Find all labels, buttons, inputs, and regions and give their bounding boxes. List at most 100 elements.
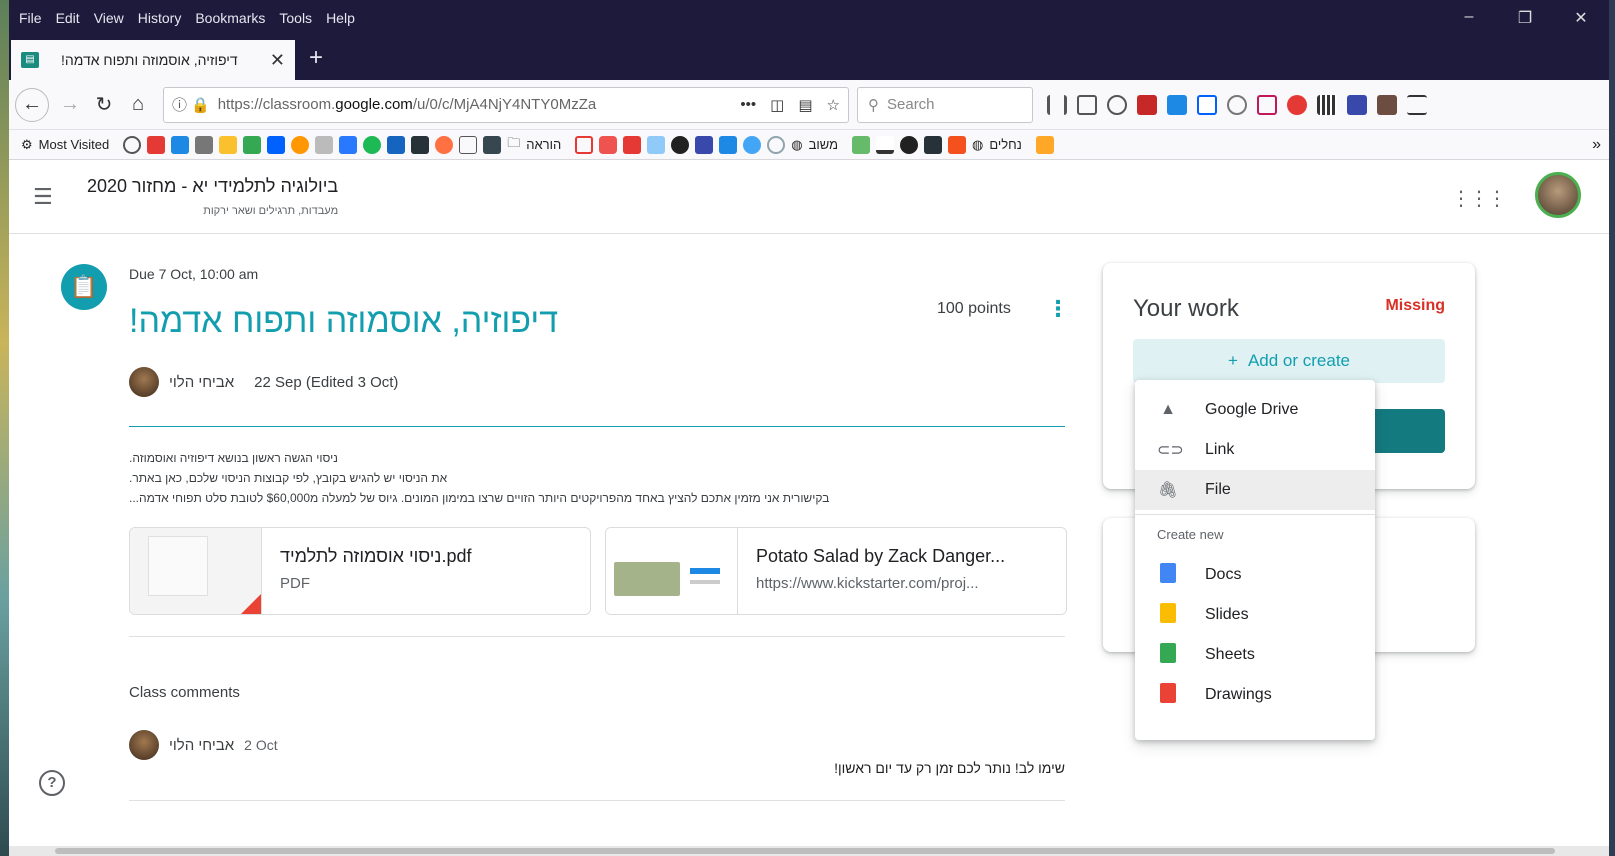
bookmark-rss-icon[interactable] [1035, 135, 1054, 154]
extension-gray-icon[interactable] [1227, 94, 1247, 115]
extension-pocket-icon[interactable] [1257, 94, 1277, 115]
home-button[interactable]: ⌂ [121, 88, 155, 122]
menu-item-docs[interactable]: Docs [1135, 555, 1375, 595]
sidebar-icon[interactable] [1077, 94, 1097, 115]
bookmark-settings-icon[interactable] [767, 135, 786, 154]
menu-item-slides[interactable]: Slides [1135, 595, 1375, 635]
bookmark-chart-icon[interactable] [411, 135, 430, 154]
extension-folder-icon[interactable] [1377, 94, 1397, 115]
bookmark-keep-icon[interactable] [219, 135, 238, 154]
bookmark-circle-blue-icon[interactable] [743, 135, 762, 154]
mark-as-done-button[interactable] [1363, 409, 1445, 453]
menu-edit[interactable]: Edit [56, 10, 80, 26]
library-icon[interactable] [1047, 94, 1067, 115]
horizontal-scrollbar[interactable] [9, 846, 1609, 856]
bookmark-grid-icon[interactable] [575, 135, 594, 154]
bookmark-spotify-icon[interactable] [363, 135, 382, 154]
menu-file[interactable]: File [19, 10, 42, 26]
back-button[interactable]: ← [15, 87, 49, 122]
create-new-header: Create new [1157, 527, 1224, 542]
menu-item-drawings[interactable]: Drawings [1135, 675, 1375, 715]
bookmark-star-icon[interactable]: ☆ [827, 96, 840, 114]
bookmark-youtube-icon[interactable] [147, 135, 166, 154]
bookmark-black-circle-icon[interactable] [900, 135, 919, 154]
bookmark-table-icon[interactable] [695, 135, 714, 154]
bookmark-link-icon[interactable] [315, 135, 334, 154]
extension-dropbox-icon[interactable] [1197, 94, 1217, 115]
help-icon[interactable]: ? [39, 770, 65, 796]
bookmark-folder-feedback[interactable]: משוב [809, 137, 838, 152]
bookmark-globe-icon[interactable] [123, 135, 142, 154]
info-icon[interactable]: ⓘ [172, 94, 187, 115]
comment-date: 2 Oct [244, 737, 278, 753]
bookmark-green-icon[interactable] [852, 135, 871, 154]
account-avatar[interactable] [1535, 172, 1581, 218]
qr-code-icon[interactable] [1317, 94, 1337, 115]
menu-item-file[interactable]: 🖇 File [1135, 470, 1375, 510]
bookmark-folder-teaching[interactable]: הוראה [526, 137, 561, 152]
more-options-icon[interactable]: ⋮ [1047, 296, 1069, 322]
adblock-icon[interactable] [1287, 94, 1307, 115]
bookmark-orange-circle-icon[interactable] [435, 135, 454, 154]
restore-button[interactable]: ❐ [1497, 8, 1553, 28]
tab-close-icon[interactable]: ✕ [270, 50, 285, 71]
bookmark-apple-icon[interactable] [671, 135, 690, 154]
main-menu-icon[interactable]: ☰ [33, 184, 81, 210]
commenter-avatar [129, 730, 159, 760]
pocket-icon[interactable]: ◫ [770, 96, 784, 114]
bookmark-most-visited[interactable]: Most Visited [39, 137, 110, 152]
menu-view[interactable]: View [94, 10, 124, 26]
bookmark-orange-icon[interactable] [291, 135, 310, 154]
menu-item-sheets[interactable]: Sheets [1135, 635, 1375, 675]
url-text[interactable]: https://classroom.google.com/u/0/c/MjA4N… [218, 96, 741, 113]
bookmark-dropbox-icon[interactable] [267, 135, 286, 154]
bookmark-card-icon[interactable] [647, 135, 666, 154]
bookmark-meet-icon[interactable] [339, 135, 358, 154]
reader-view-icon[interactable]: ▤ [798, 96, 812, 114]
extension-red-icon[interactable] [1137, 94, 1157, 115]
reload-button[interactable]: ↻ [87, 88, 121, 122]
menu-item-google-drive[interactable]: ▲ Google Drive [1135, 390, 1375, 430]
menu-tools[interactable]: Tools [279, 10, 312, 26]
url-bar[interactable]: ⓘ 🔒 https://classroom.google.com/u/0/c/M… [163, 86, 849, 123]
forward-button[interactable]: → [53, 88, 87, 122]
new-tab-button[interactable]: + [309, 44, 323, 72]
menu-item-link[interactable]: ⊂⊃ Link [1135, 430, 1375, 470]
bookmarks-overflow-icon[interactable]: » [1592, 136, 1601, 154]
search-bar[interactable]: ⚲ Search [857, 86, 1033, 123]
bookmark-dark-icon[interactable] [483, 135, 502, 154]
bookmark-mountain-icon[interactable] [876, 135, 895, 154]
bookmark-orange-m-icon[interactable] [948, 135, 967, 154]
bookmark-calendar-icon[interactable] [171, 135, 190, 154]
minimize-button[interactable]: – [1441, 8, 1497, 28]
lock-icon[interactable]: 🔒 [191, 96, 210, 114]
drive-icon: ▲ [1160, 401, 1176, 418]
menu-history[interactable]: History [138, 10, 182, 26]
bookmark-classroom-icon[interactable] [195, 135, 214, 154]
bookmark-sn-icon[interactable] [459, 135, 478, 154]
sheets-icon-wrap [1157, 642, 1179, 668]
menu-bookmarks[interactable]: Bookmarks [195, 10, 265, 26]
course-title[interactable]: ביולוגיה לתלמידי יא - מחזור 2020 [87, 176, 338, 197]
google-apps-icon[interactable]: ⋮⋮⋮ [1451, 186, 1507, 211]
attachment-link[interactable]: Potato Salad by Zack Danger... https://w… [605, 527, 1067, 615]
bookmark-drive-icon[interactable] [243, 135, 262, 154]
bookmark-check-icon[interactable] [387, 135, 406, 154]
extension-translate-icon[interactable] [1347, 94, 1367, 115]
account-icon[interactable] [1107, 94, 1127, 115]
tab-active[interactable]: ▤ דיפוזיה, אוסמוזה ותפוח אדמה! ✕ [11, 40, 295, 80]
bookmark-plus-icon[interactable] [719, 135, 738, 154]
page-actions-icon[interactable]: ••• [740, 96, 756, 114]
description-line: בקישורית אני מזמין אתכם להציץ באחד מהפרו… [129, 491, 830, 505]
close-window-button[interactable]: ✕ [1553, 8, 1609, 28]
menu-help[interactable]: Help [326, 10, 355, 26]
bookmark-pocket-icon[interactable] [599, 135, 618, 154]
add-or-create-button[interactable]: + Add or create [1133, 339, 1445, 383]
bookmark-folder-streams[interactable]: נחלים [989, 137, 1021, 152]
extension-blue-icon[interactable] [1167, 94, 1187, 115]
attachment-pdf[interactable]: ניסוי אוסמוזה לתלמיד.pdf PDF [129, 527, 591, 615]
bookmark-red-hand-icon[interactable] [623, 135, 642, 154]
menu-hamburger-icon[interactable] [1407, 94, 1427, 115]
scrollbar-thumb[interactable] [55, 848, 1555, 854]
bookmark-dark-square-icon[interactable] [924, 135, 943, 154]
